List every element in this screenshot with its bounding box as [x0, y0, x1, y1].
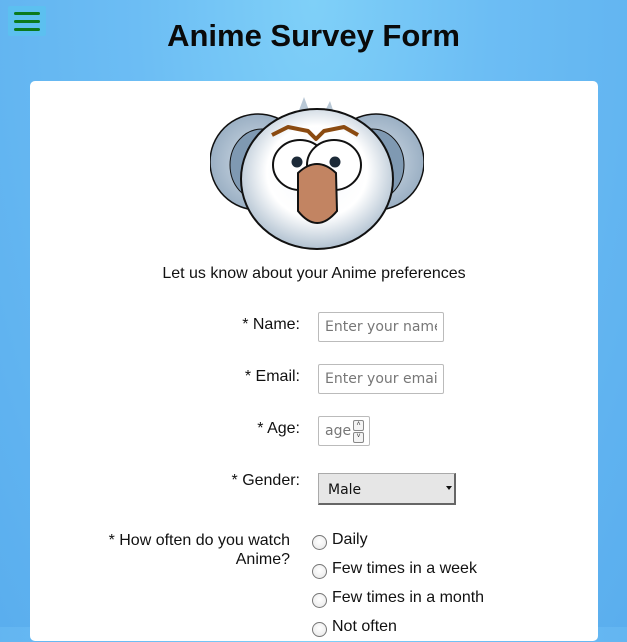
- intro-text: Let us know about your Anime preferences: [162, 265, 466, 282]
- stepper-down-icon[interactable]: ˅: [353, 432, 364, 443]
- page-title: Anime Survey Form: [167, 18, 460, 53]
- age-label: * Age:: [257, 420, 300, 437]
- radio-label: Few times in a week: [332, 560, 477, 577]
- gender-select[interactable]: Male: [318, 473, 456, 505]
- email-row: * Email:: [30, 364, 598, 398]
- email-field[interactable]: [318, 364, 444, 394]
- age-placeholder: age: [325, 423, 352, 439]
- radio-label: Not often: [332, 618, 397, 635]
- name-label: * Name:: [242, 316, 300, 333]
- radio-button[interactable]: [312, 564, 327, 579]
- koala-logo-icon: [210, 97, 424, 250]
- radio-button[interactable]: [312, 593, 327, 608]
- gender-row: * Gender: Male: [30, 470, 598, 506]
- name-row: * Name:: [30, 312, 598, 346]
- radio-button[interactable]: [312, 535, 327, 550]
- radio-button[interactable]: [312, 622, 327, 637]
- frequency-label: * How often do you watch Anime?: [108, 532, 290, 568]
- dropdown-arrow-icon: [446, 486, 452, 490]
- age-row: * Age: age ˄ ˅: [30, 416, 598, 450]
- email-label: * Email:: [244, 368, 300, 385]
- radio-label: Daily: [332, 531, 368, 548]
- survey-card: Let us know about your Anime preferences…: [30, 81, 598, 641]
- stepper-up-icon[interactable]: ˄: [353, 420, 364, 431]
- name-field[interactable]: [318, 312, 444, 342]
- frequency-row: * How often do you watch Anime? Daily Fe…: [30, 531, 598, 641]
- gender-selected-value: Male: [328, 482, 362, 498]
- age-stepper[interactable]: age ˄ ˅: [318, 416, 370, 446]
- gender-label: * Gender:: [231, 472, 300, 489]
- radio-label: Few times in a month: [332, 589, 485, 606]
